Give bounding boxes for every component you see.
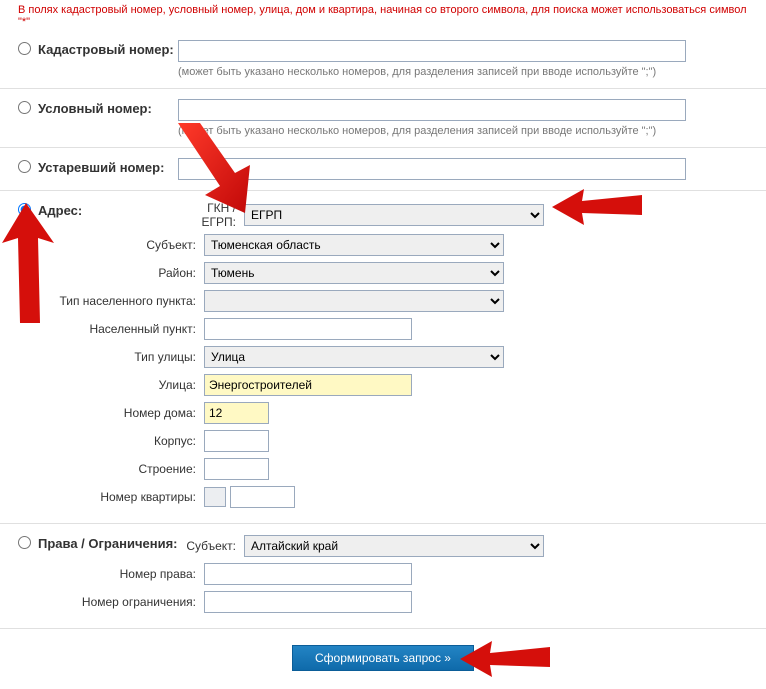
apartment-prefix-box xyxy=(204,487,226,507)
select-settle-type[interactable] xyxy=(204,290,504,312)
label-obsolete: Устаревший номер: xyxy=(38,158,178,175)
radio-address[interactable] xyxy=(18,203,31,216)
select-rights-subject[interactable]: Алтайский край xyxy=(244,535,544,557)
label-subject: Субъект: xyxy=(38,238,204,252)
input-settle[interactable] xyxy=(204,318,412,340)
input-obsolete[interactable] xyxy=(178,158,686,180)
input-limit-num[interactable] xyxy=(204,591,412,613)
label-gkn: ГКН / ЕГРП: xyxy=(178,201,244,229)
label-korpus: Корпус: xyxy=(38,434,204,448)
input-korpus[interactable] xyxy=(204,430,269,452)
label-street-type: Тип улицы: xyxy=(38,350,204,364)
hint-conditional: (может быть указано несколько номеров, д… xyxy=(178,121,756,137)
label-cadastral: Кадастровый номер: xyxy=(38,40,178,57)
select-street-type[interactable]: Улица xyxy=(204,346,504,368)
input-cadastral[interactable] xyxy=(178,40,686,62)
submit-button[interactable]: Сформировать запрос » xyxy=(292,645,474,671)
input-right-num[interactable] xyxy=(204,563,412,585)
label-limit-num: Номер ограничения: xyxy=(38,595,204,609)
section-rights: Права / Ограничения: Субъект: Алтайский … xyxy=(0,523,766,628)
label-district: Район: xyxy=(38,266,204,280)
input-conditional[interactable] xyxy=(178,99,686,121)
label-settle: Населенный пункт: xyxy=(38,322,204,336)
label-conditional: Условный номер: xyxy=(38,99,178,116)
label-address: Адрес: xyxy=(38,201,178,218)
radio-cadastral[interactable] xyxy=(18,42,31,55)
select-gkn[interactable]: ЕГРП xyxy=(244,204,544,226)
input-house[interactable] xyxy=(204,402,269,424)
select-district[interactable]: Тюмень xyxy=(204,262,504,284)
label-rights: Права / Ограничения: xyxy=(38,534,178,551)
footer: Сформировать запрос » xyxy=(0,628,766,689)
radio-conditional[interactable] xyxy=(18,101,31,114)
input-building[interactable] xyxy=(204,458,269,480)
label-right-num: Номер права: xyxy=(38,567,204,581)
section-cadastral: Кадастровый номер: (может быть указано н… xyxy=(0,30,766,88)
input-apartment[interactable] xyxy=(230,486,295,508)
label-rights-subject: Субъект: xyxy=(178,539,244,553)
section-obsolete: Устаревший номер: xyxy=(0,147,766,190)
select-subject[interactable]: Тюменская область xyxy=(204,234,504,256)
radio-obsolete[interactable] xyxy=(18,160,31,173)
input-street[interactable] xyxy=(204,374,412,396)
radio-rights[interactable] xyxy=(18,536,31,549)
label-house: Номер дома: xyxy=(38,406,204,420)
wildcard-note: В полях кадастровый номер, условный номе… xyxy=(0,0,766,30)
section-conditional: Условный номер: (может быть указано неск… xyxy=(0,88,766,147)
section-address: Адрес: ГКН / ЕГРП: ЕГРП Субъект: Тюменск… xyxy=(0,190,766,523)
label-settle-type: Тип населенного пункта: xyxy=(38,294,204,308)
hint-cadastral: (может быть указано несколько номеров, д… xyxy=(178,62,756,78)
label-building: Строение: xyxy=(38,462,204,476)
label-apartment: Номер квартиры: xyxy=(38,490,204,504)
label-street: Улица: xyxy=(38,378,204,392)
